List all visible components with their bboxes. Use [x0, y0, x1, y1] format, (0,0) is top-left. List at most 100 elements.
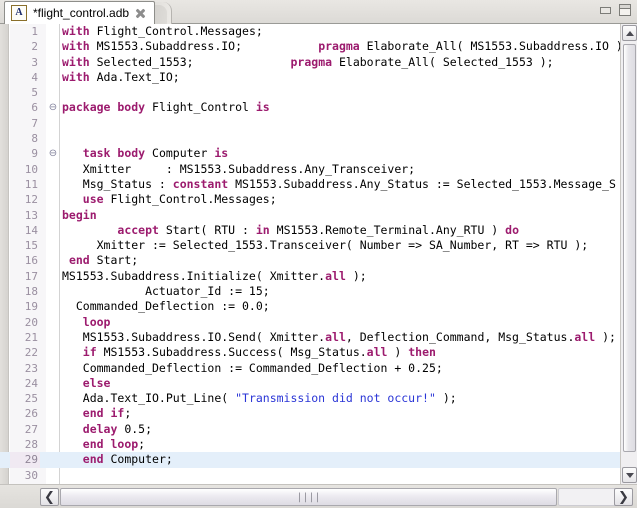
code-line-text: package body Flight_Control is: [62, 100, 270, 115]
line-number: 12: [10, 192, 40, 208]
code-line[interactable]: 18 Actuator_Id := 15;: [0, 284, 620, 300]
code-line[interactable]: 28 end loop;: [0, 437, 620, 453]
line-number: 16: [10, 253, 40, 269]
code-line-text: use Flight_Control.Messages;: [82, 192, 277, 207]
line-number: 30: [10, 467, 40, 483]
code-line-text: with Flight_Control.Messages;: [62, 24, 263, 38]
code-line[interactable]: 21 MS1553.Subaddress.IO.Send( Xmitter.al…: [0, 329, 620, 346]
code-line[interactable]: 24 else: [0, 375, 620, 392]
line-number: 4: [10, 69, 40, 86]
code-line-text: Actuator_Id := 15;: [62, 284, 270, 299]
code-line[interactable]: 12 use Flight_Control.Messages;: [0, 192, 620, 208]
code-line[interactable]: 26 end if;: [0, 406, 620, 422]
code-line[interactable]: 13 begin: [0, 207, 620, 223]
tab-flight-control-adb[interactable]: A *flight_control.adb: [4, 1, 156, 24]
code-line-text: loop: [82, 314, 111, 329]
code-line-text: with MS1553.Subaddress.IO; pragma Elabor…: [62, 39, 620, 54]
code-line[interactable]: 6 ⊖ package body Flight_Control is: [0, 100, 620, 116]
code-line-text: MS1553.Subaddress.Initialize( Xmitter.al…: [62, 268, 367, 283]
code-line[interactable]: 30: [0, 467, 620, 483]
code-line-text: end if;: [82, 406, 132, 421]
code-line-text: delay 0.5;: [82, 421, 153, 436]
line-number: 14: [10, 222, 40, 239]
code-line-text: else: [82, 375, 111, 390]
code-line-text: Xmitter := Selected_1553.Transceiver( Nu…: [62, 238, 589, 253]
vertical-scrollbar[interactable]: [620, 24, 637, 484]
code-line-text: Msg_Status : constant MS1553.Subaddress.…: [62, 176, 616, 191]
code-line-text: Ada.Text_IO.Put_Line( "Transmission did …: [62, 391, 457, 406]
code-line[interactable]: 17 MS1553.Subaddress.Initialize( Xmitter.…: [0, 268, 620, 285]
code-line[interactable]: 27 delay 0.5;: [0, 421, 620, 438]
line-number: 3: [10, 54, 40, 70]
code-line[interactable]: 9 ⊖ task body Computer is: [0, 146, 620, 162]
line-number: 17: [10, 268, 40, 285]
line-number: 5: [10, 85, 40, 101]
line-number: 23: [10, 360, 40, 376]
code-line-text: end loop;: [82, 437, 146, 452]
line-number: 20: [10, 314, 40, 330]
horizontal-scrollbar-thumb[interactable]: ||||: [60, 488, 557, 506]
vertical-scrollbar-thumb[interactable]: [623, 44, 636, 452]
line-number: 11: [10, 176, 40, 193]
code-editor[interactable]: 1 with Flight_Control.Messages; 2 with MS15…: [0, 24, 637, 484]
tab-strip: A *flight_control.adb: [0, 0, 637, 24]
line-number: 7: [10, 115, 40, 132]
code-line-text: if MS1553.Subaddress.Success( Msg_Status…: [82, 345, 436, 360]
line-number: 24: [10, 375, 40, 392]
scroll-left-icon[interactable]: ❮: [40, 488, 59, 506]
code-line[interactable]: 23 Commanded_Deflection := Commanded_Def…: [0, 360, 620, 376]
code-line[interactable]: 5: [0, 85, 620, 101]
code-line[interactable]: 19 Commanded_Deflection := 0.0;: [0, 299, 620, 315]
code-text-area[interactable]: 1 with Flight_Control.Messages; 2 with MS15…: [0, 24, 620, 484]
minimize-icon[interactable]: [600, 6, 611, 14]
code-line[interactable]: 7: [0, 115, 620, 132]
line-number: 25: [10, 391, 40, 407]
line-number: 13: [10, 207, 40, 223]
ada-file-icon: A: [11, 5, 27, 21]
line-number: 15: [10, 238, 40, 254]
scroll-down-icon[interactable]: [622, 467, 637, 483]
close-icon[interactable]: [135, 8, 146, 19]
line-number: 22: [10, 345, 40, 361]
line-number: 2: [10, 39, 40, 55]
code-line[interactable]: 1 with Flight_Control.Messages;: [0, 24, 620, 40]
code-line[interactable]: 15 Xmitter := Selected_1553.Transceiver(…: [0, 238, 620, 254]
line-number: 19: [10, 299, 40, 315]
line-number: 29: [10, 452, 40, 468]
code-line-text: task body Computer is: [82, 146, 229, 161]
horizontal-scrollbar[interactable]: ❮ |||| ❯: [0, 484, 637, 508]
code-line[interactable]: 4 with Ada.Text_IO;: [0, 69, 620, 86]
scroll-right-icon[interactable]: ❯: [614, 488, 633, 506]
code-line[interactable]: 22 if MS1553.Subaddress.Success( Msg_Sta…: [0, 345, 620, 361]
code-line[interactable]: 20 loop: [0, 314, 620, 330]
fold-collapse-icon[interactable]: ⊖: [47, 100, 59, 115]
code-line[interactable]: 14 accept Start( RTU : in MS1553.Remote_…: [0, 222, 620, 239]
code-line-text: Commanded_Deflection := Commanded_Deflec…: [62, 360, 443, 375]
code-line-text: with Selected_1553; pragma Elaborate_All…: [62, 54, 554, 69]
fold-collapse-icon[interactable]: ⊖: [47, 146, 59, 161]
window-controls: [600, 4, 631, 16]
code-line-text: with Ada.Text_IO;: [62, 69, 180, 84]
code-line[interactable]: 11 Msg_Status : constant MS1553.Subaddre…: [0, 176, 620, 193]
code-line-text: end Computer;: [82, 452, 173, 467]
code-line[interactable]: 2 with MS1553.Subaddress.IO; pragma Elabo…: [0, 39, 620, 55]
maximize-icon[interactable]: [619, 4, 631, 16]
code-line-text: MS1553.Subaddress.IO.Send( Xmitter.all, …: [62, 329, 616, 344]
scroll-up-icon[interactable]: [622, 25, 637, 41]
line-number: 18: [10, 284, 40, 300]
code-line[interactable]: 16 end Start;: [0, 253, 620, 269]
code-line-text: begin: [62, 207, 97, 222]
line-number: 10: [10, 161, 40, 177]
code-line[interactable]: 8: [0, 131, 620, 147]
tab-title: *flight_control.adb: [33, 6, 130, 20]
line-number: 21: [10, 329, 40, 346]
line-number: 8: [10, 131, 40, 147]
line-number: 9: [10, 146, 40, 162]
code-line-text: accept Start( RTU : in MS1553.Remote_Ter…: [117, 222, 519, 237]
line-number: 1: [10, 24, 40, 40]
code-line[interactable]: 10 Xmitter : MS1553.Subaddress.Any_Trans…: [0, 161, 620, 177]
line-number: 26: [10, 406, 40, 422]
code-line[interactable]: 3 with Selected_1553; pragma Elaborate_Al…: [0, 54, 620, 70]
code-line[interactable]: 25 Ada.Text_IO.Put_Line( "Transmission d…: [0, 391, 620, 407]
code-line[interactable]: 29 end Computer;: [0, 452, 620, 468]
